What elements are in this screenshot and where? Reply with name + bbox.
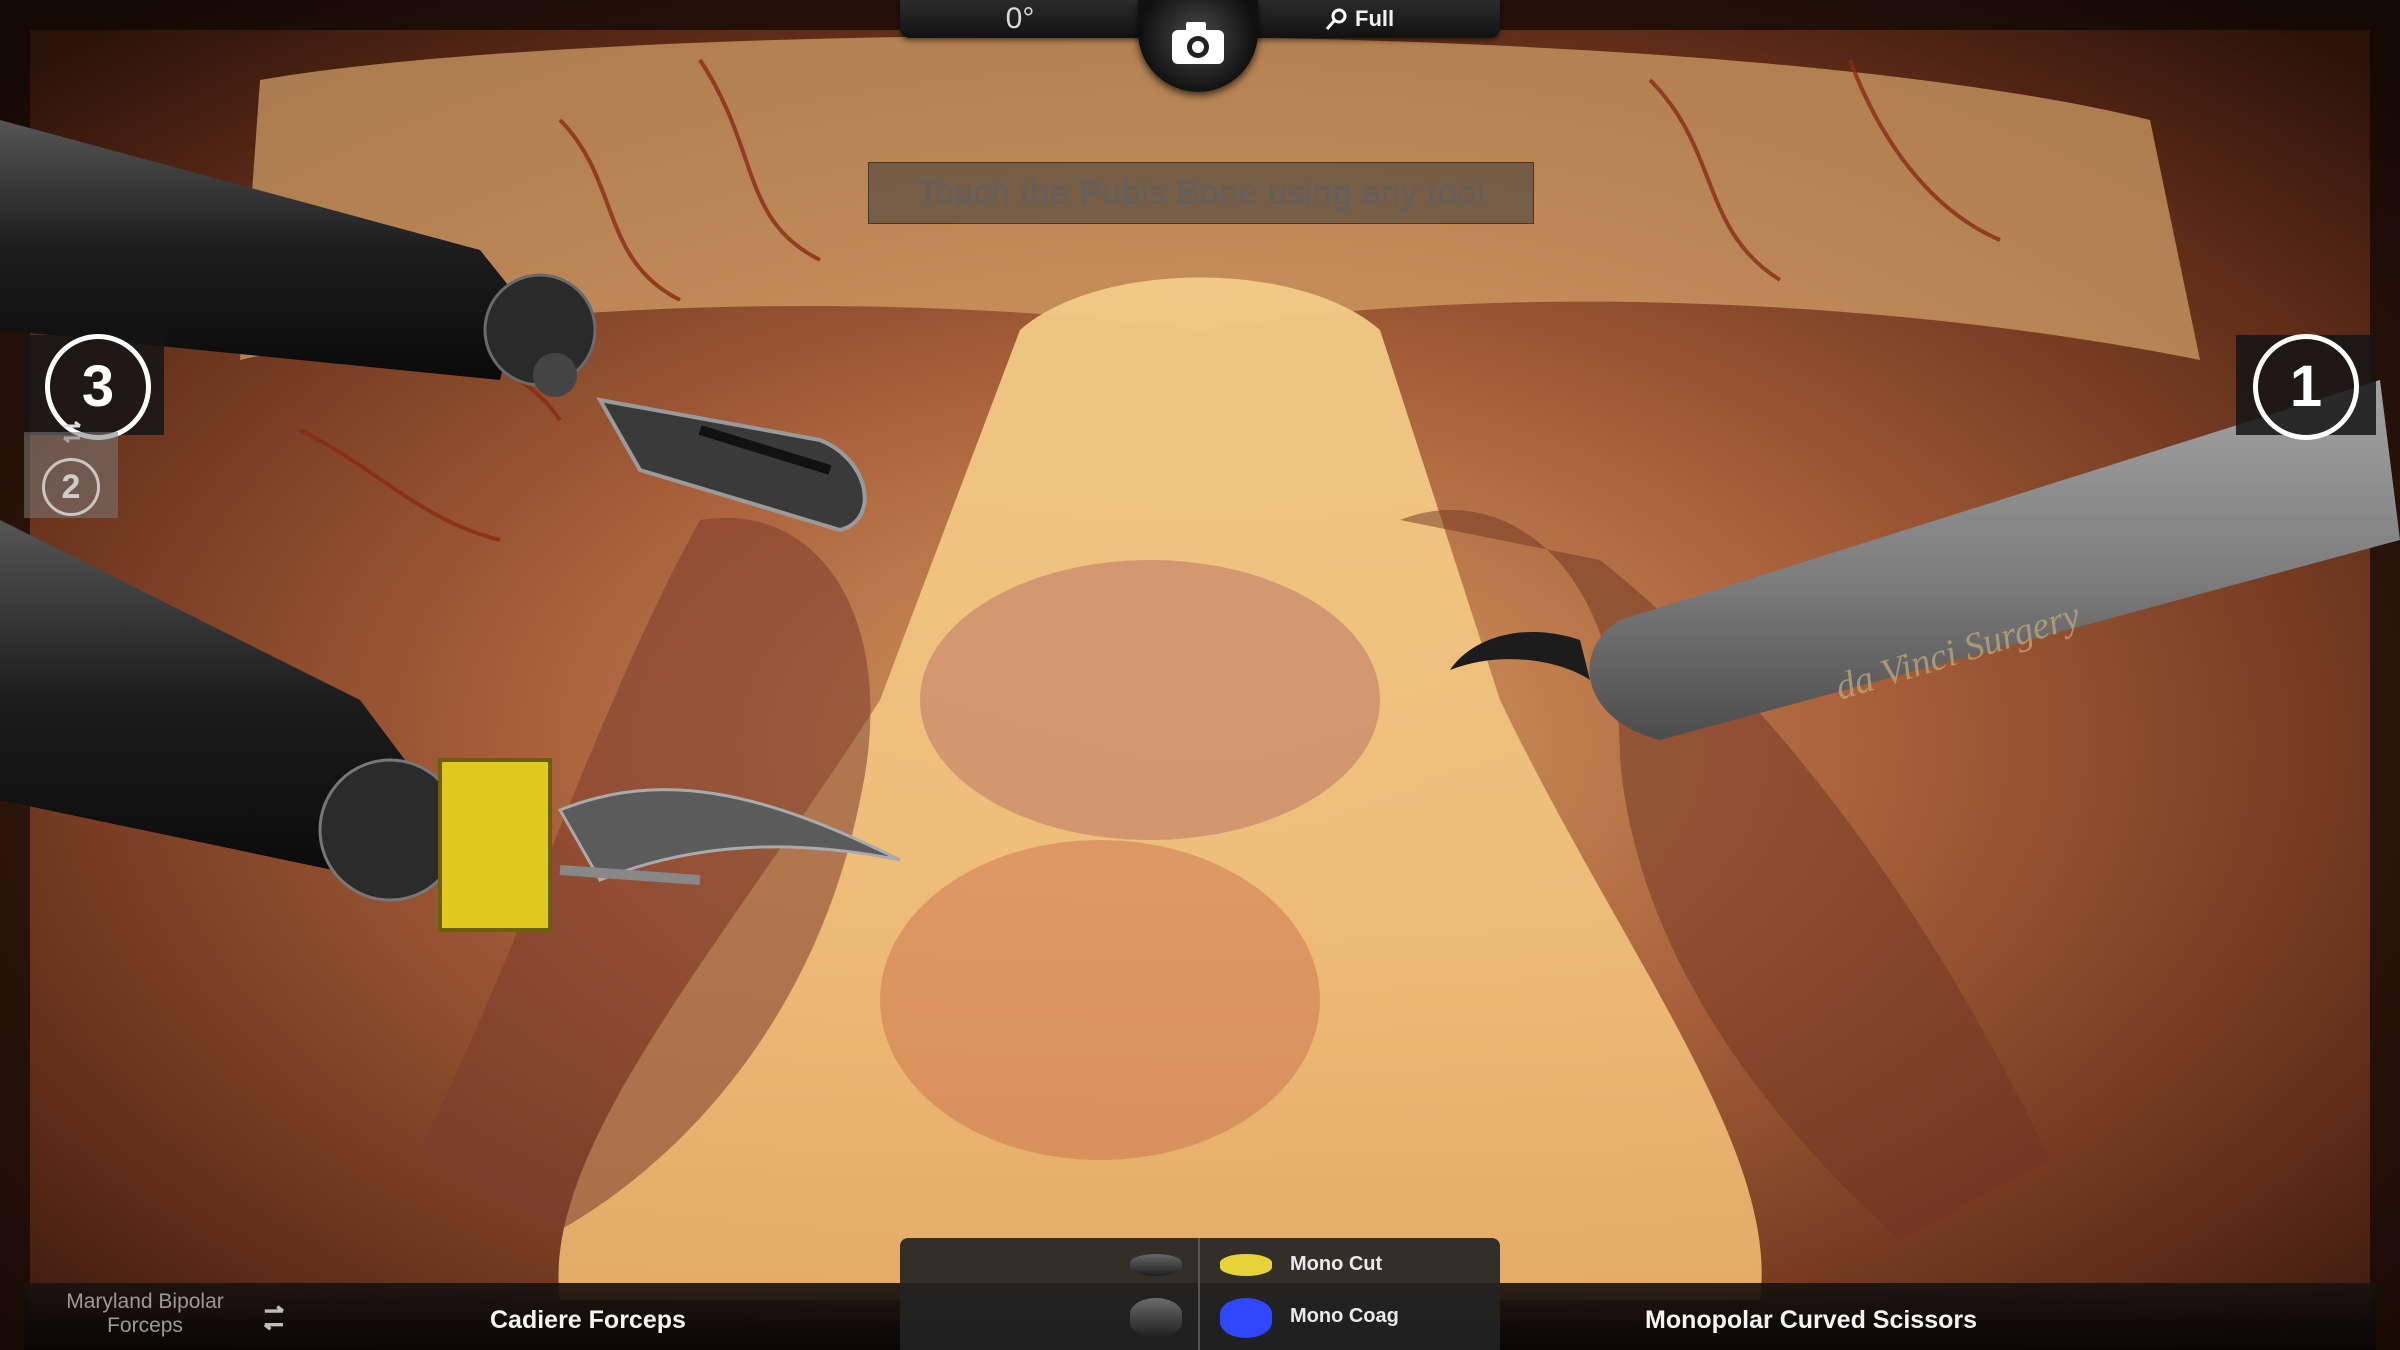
camera-button[interactable]	[1138, 0, 1258, 92]
magnifier-icon	[1325, 8, 1347, 30]
task-instruction: Touch the Pubis Bone using any tool	[868, 162, 1534, 224]
mono-coag-pedal[interactable]	[1220, 1298, 1272, 1338]
inactive-instrument-label: Maryland Bipolar Forceps	[66, 1290, 224, 1337]
mono-coag-label: Mono Coag	[1290, 1305, 1399, 1327]
right-instrument-label: Monopolar Curved Scissors	[1645, 1306, 1978, 1334]
left-upper-pedal[interactable]	[1130, 1254, 1182, 1276]
camera-angle: 0°	[1005, 2, 1035, 35]
left-instrument-label: Cadiere Forceps	[490, 1306, 686, 1334]
zoom-label: Full	[1355, 6, 1395, 31]
camera-icon	[1172, 22, 1224, 64]
energy-pedal-panel	[900, 1238, 1500, 1350]
mono-cut-label: Mono Cut	[1290, 1253, 1383, 1275]
arm-1-badge: 1	[2253, 334, 2359, 440]
energy-divider	[1198, 1238, 1200, 1350]
arm-2-badge: 2	[42, 458, 100, 516]
swap-instrument-icon[interactable]	[258, 1302, 292, 1336]
mono-cut-pedal[interactable]	[1220, 1254, 1272, 1276]
zoom-indicator: Full	[1325, 4, 1394, 34]
left-lower-pedal[interactable]	[1130, 1298, 1182, 1338]
